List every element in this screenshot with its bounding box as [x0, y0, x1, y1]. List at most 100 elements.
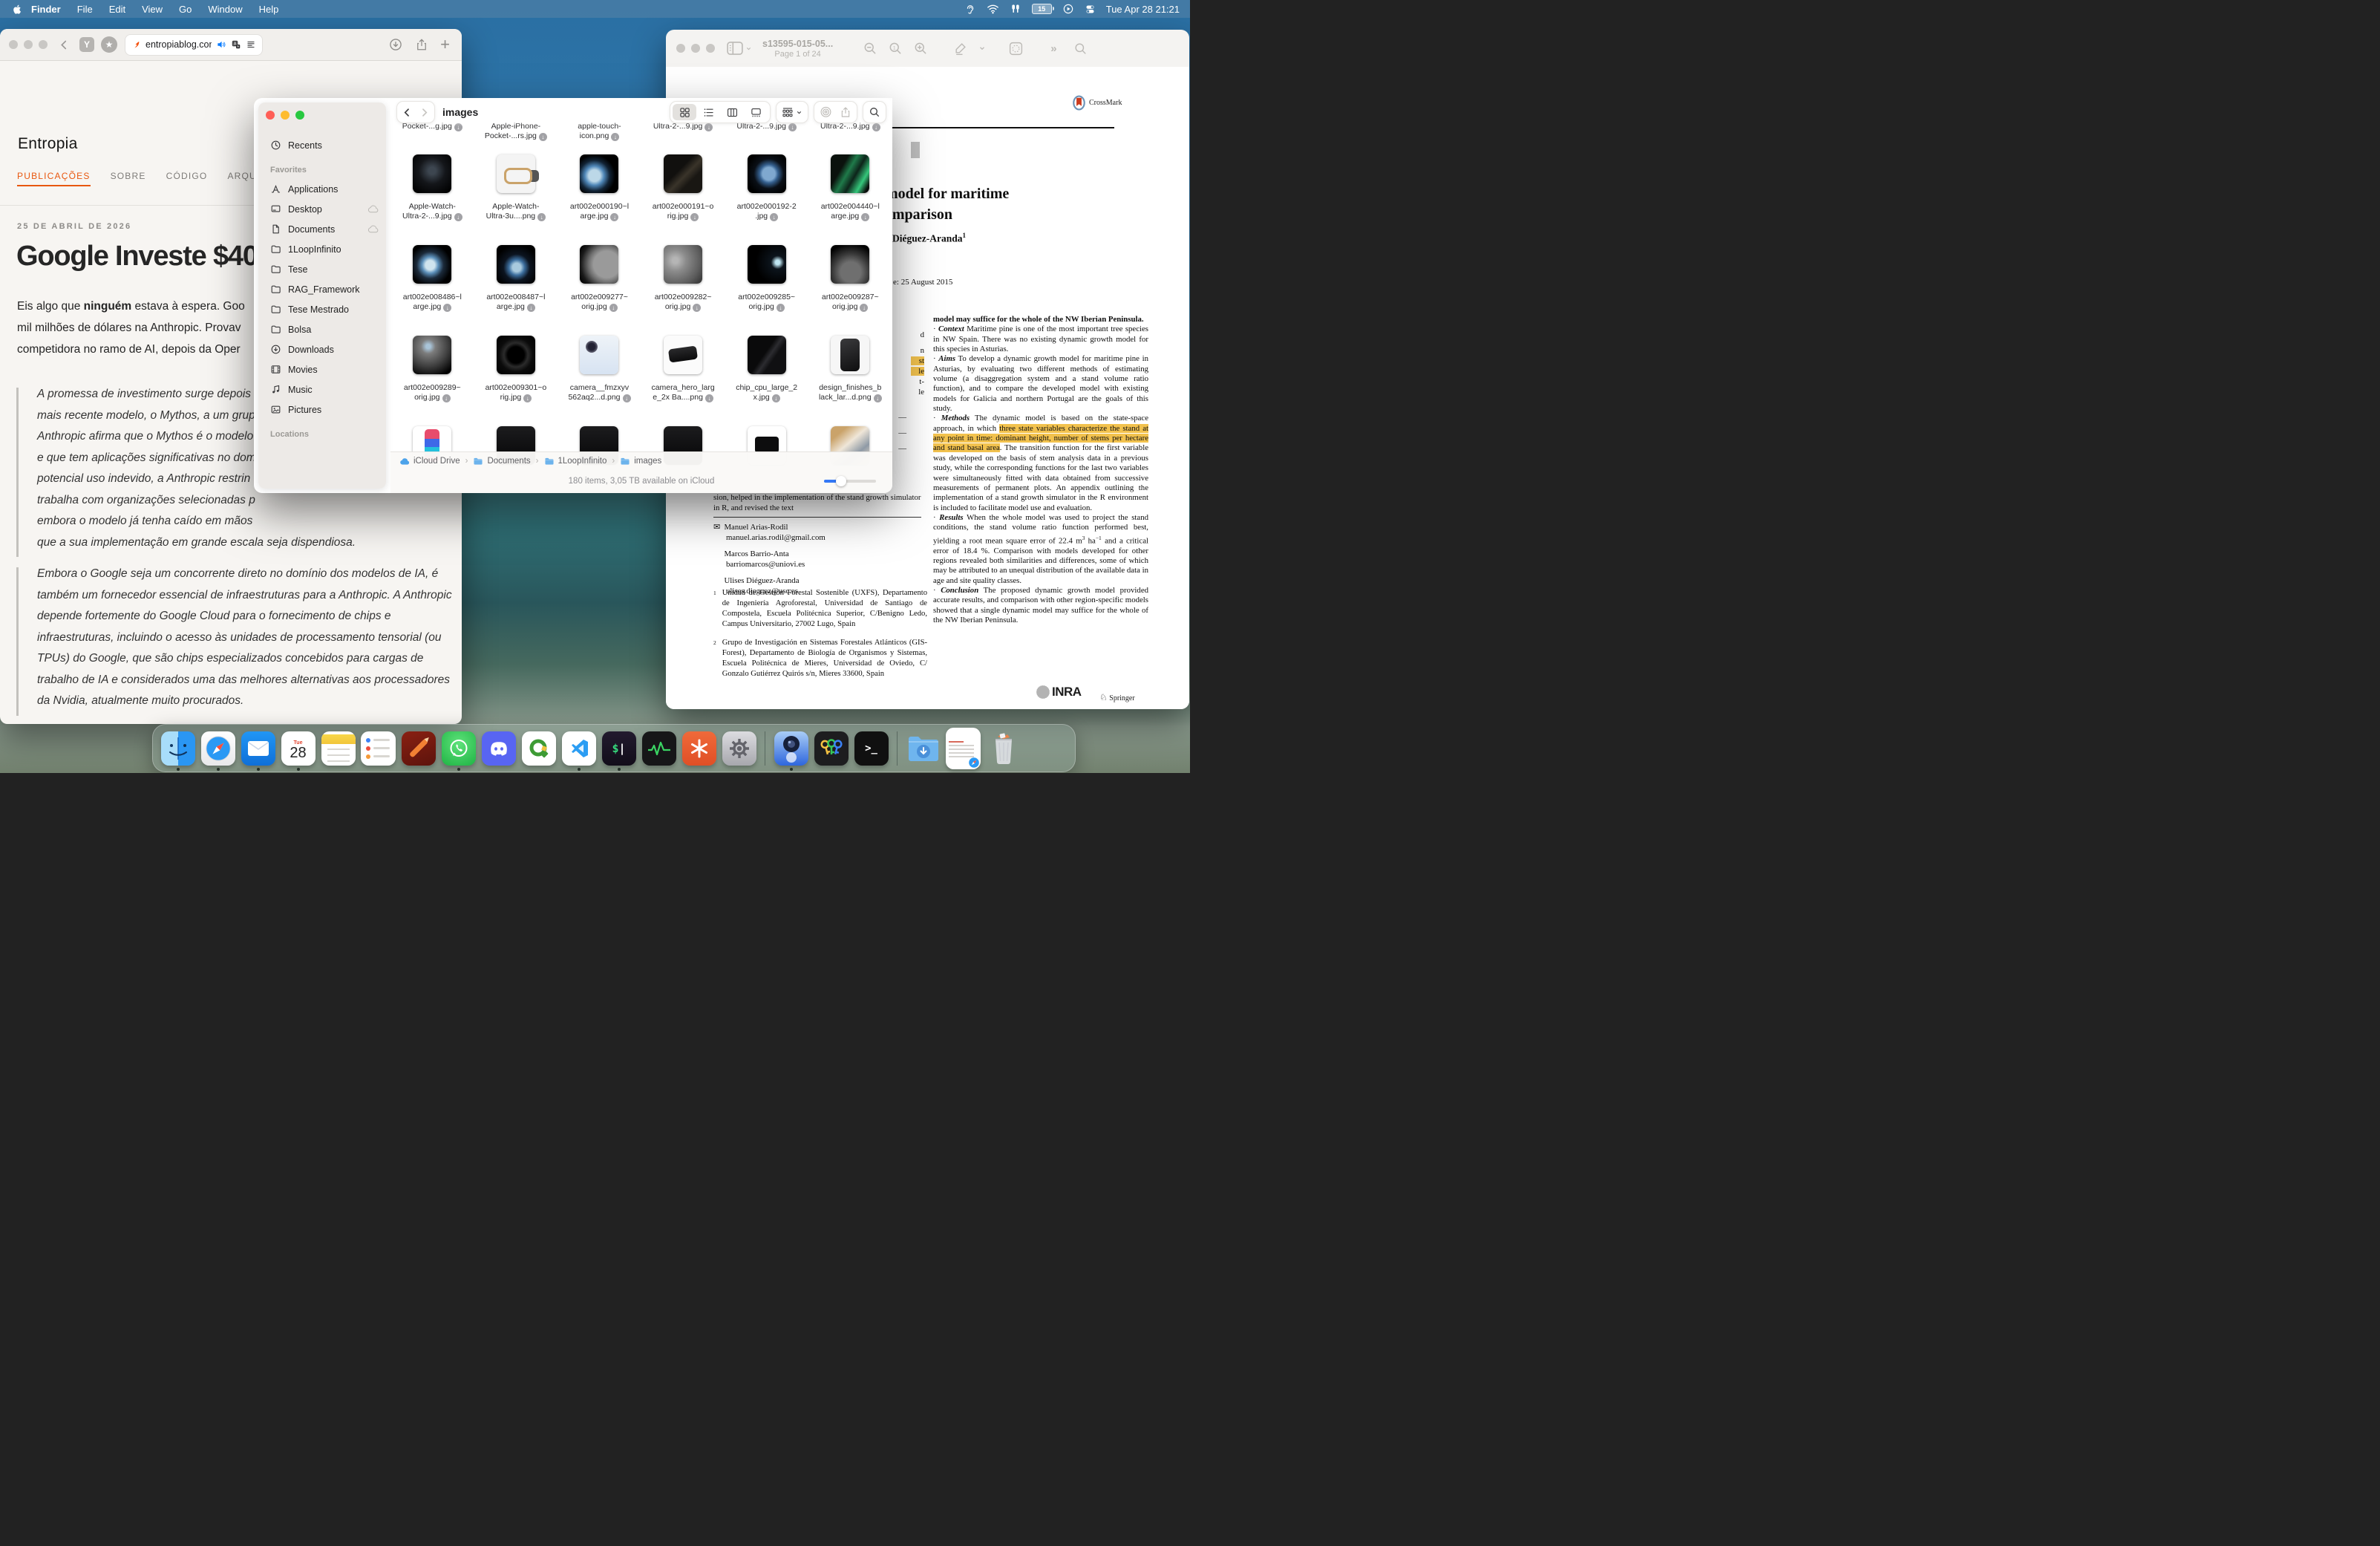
dock-item-blue-camera-app[interactable]	[774, 726, 808, 771]
download-from-cloud-icon[interactable]: ↓	[772, 394, 780, 402]
download-from-cloud-icon[interactable]: ↓	[609, 304, 618, 312]
list-view-icon[interactable]	[696, 104, 720, 120]
dock-item-downloads-folder[interactable]	[906, 726, 941, 771]
sidebar-item-recents[interactable]: Recents	[258, 135, 386, 155]
menu-bar-clock[interactable]: Tue Apr 28 21:21	[1106, 4, 1180, 15]
sidebar-item-desktop[interactable]: Desktop	[258, 199, 386, 219]
file-item[interactable]: art002e009287~orig.jpg↓	[808, 245, 892, 312]
y-extension-icon[interactable]: Y	[79, 37, 94, 52]
control-center-icon[interactable]	[1085, 4, 1096, 15]
wifi-icon[interactable]	[987, 4, 999, 14]
more-tools-icon[interactable]: »	[1050, 42, 1056, 55]
sidebar-item-downloads[interactable]: Downloads	[258, 339, 386, 359]
sidebar-item-1loopinfinito[interactable]: 1LoopInfinito	[258, 239, 386, 259]
pdf-markup-controls[interactable]	[953, 41, 986, 56]
zoom-out-icon[interactable]	[863, 41, 877, 56]
file-item[interactable]: design_finishes_black_lar...d.png↓	[808, 336, 892, 402]
file-item[interactable]: Apple-Watch-Ultra-2-...9.jpg↓	[390, 154, 474, 221]
nav-sobre[interactable]: SOBRE	[111, 171, 146, 186]
post-headline[interactable]: Google Investe $40B	[16, 241, 277, 273]
file-item[interactable]: art002e009285~orig.jpg↓	[725, 245, 808, 312]
close-icon[interactable]	[266, 111, 275, 120]
airdrop-icon[interactable]	[820, 106, 832, 119]
back-icon[interactable]	[402, 107, 413, 118]
dock-item-reminders[interactable]	[361, 726, 396, 771]
dock-item-calendar[interactable]: Tue28	[281, 726, 316, 771]
breadcrumb-1loopinfinito[interactable]: 1LoopInfinito	[544, 457, 607, 466]
zoom-in-icon[interactable]	[913, 41, 928, 56]
download-from-cloud-icon[interactable]: ↓	[705, 394, 713, 402]
share-group[interactable]	[814, 101, 857, 123]
breadcrumb-images[interactable]: images	[620, 457, 661, 466]
hearing-icon[interactable]	[964, 3, 976, 15]
search-button[interactable]	[863, 101, 886, 123]
file-item[interactable]: camera__fmzxyv562aq2...d.png↓	[558, 336, 641, 402]
menu-edit[interactable]: Edit	[101, 4, 134, 15]
crossmark-badge[interactable]: CrossMark	[1073, 95, 1122, 111]
file-item[interactable]: art002e008486~large.jpg↓	[390, 245, 474, 312]
nav-buttons[interactable]	[396, 101, 435, 123]
finder-traffic-lights[interactable]	[266, 111, 386, 120]
dock-item-zed[interactable]	[401, 726, 436, 771]
breadcrumb-icloud-drive[interactable]: iCloud Drive	[399, 457, 460, 466]
new-tab-icon[interactable]: +	[440, 35, 450, 54]
forward-icon[interactable]	[419, 107, 430, 118]
download-from-cloud-icon[interactable]: ↓	[770, 213, 778, 221]
battery-icon[interactable]: 15	[1032, 4, 1052, 14]
dock-item-mail[interactable]	[241, 726, 275, 771]
file-item[interactable]: camera_hero_large_2x Ba....png↓	[641, 336, 725, 402]
columns-view-icon[interactable]	[720, 104, 744, 120]
dock-item-notes[interactable]	[321, 726, 356, 771]
share-icon[interactable]	[840, 106, 851, 118]
download-from-cloud-icon[interactable]: ↓	[539, 133, 547, 141]
dock-item-minimized-safari-window[interactable]	[946, 726, 981, 771]
dock-item-activity-monitor[interactable]	[641, 726, 676, 771]
icon-size-slider[interactable]	[824, 480, 876, 483]
star-extension-icon[interactable]: ★	[101, 36, 117, 53]
menu-finder[interactable]: Finder	[23, 4, 69, 15]
sidebar-item-tese[interactable]: Tese	[258, 259, 386, 279]
zoom-icon[interactable]	[295, 111, 304, 120]
url-bar[interactable]: entropiablog.com A	[125, 34, 263, 56]
slider-knob[interactable]	[836, 476, 846, 486]
file-item[interactable]: art002e009301~orig.jpg↓	[474, 336, 558, 402]
icons-view-icon[interactable]	[673, 104, 696, 120]
dock-item-safari[interactable]	[200, 726, 235, 771]
markup-icon[interactable]	[953, 41, 968, 56]
download-from-cloud-icon[interactable]: ↓	[443, 304, 451, 312]
file-item[interactable]: art002e000190~large.jpg↓	[558, 154, 641, 221]
view-mode-switcher[interactable]	[670, 101, 771, 123]
downloads-icon[interactable]	[388, 37, 403, 52]
download-from-cloud-icon[interactable]: ↓	[527, 304, 535, 312]
menu-view[interactable]: View	[134, 4, 171, 15]
download-from-cloud-icon[interactable]: ↓	[860, 304, 868, 312]
safari-traffic-lights[interactable]	[9, 40, 48, 49]
download-from-cloud-icon[interactable]: ↓	[777, 304, 785, 312]
pdf-traffic-lights[interactable]	[676, 44, 715, 53]
file-item[interactable]: art002e000192-2.jpg↓	[725, 154, 808, 221]
dock-item-iterm[interactable]: $|	[601, 726, 636, 771]
nav-publicações[interactable]: PUBLICAÇÕES	[17, 171, 91, 186]
translate-icon[interactable]: A	[231, 39, 241, 50]
dock-item-passwords-keys[interactable]	[814, 726, 849, 771]
download-from-cloud-icon[interactable]: ↓	[442, 394, 451, 402]
nav-código[interactable]: CÓDIGO	[166, 171, 208, 186]
file-item[interactable]: art002e009282~orig.jpg↓	[641, 245, 725, 312]
dock-item-vscode[interactable]	[561, 726, 596, 771]
sidebar-item-applications[interactable]: Applications	[258, 179, 386, 199]
download-from-cloud-icon[interactable]: ↓	[523, 394, 532, 402]
zoom-actual-icon[interactable]: 1	[888, 41, 903, 56]
download-from-cloud-icon[interactable]: ↓	[861, 213, 869, 221]
menu-go[interactable]: Go	[171, 4, 200, 15]
dock-item-qgis[interactable]	[521, 726, 556, 771]
download-from-cloud-icon[interactable]: ↓	[623, 394, 631, 402]
file-item[interactable]: Apple-Watch-Ultra-3u....png↓	[474, 154, 558, 221]
file-item[interactable]: art002e000191~orig.jpg↓	[641, 154, 725, 221]
file-item[interactable]: art002e009289~orig.jpg↓	[390, 336, 474, 402]
dock-item-whatsapp[interactable]	[441, 726, 476, 771]
menu-file[interactable]: File	[69, 4, 101, 15]
dock-item-terminal[interactable]: >_	[854, 726, 889, 771]
group-by-button[interactable]	[776, 101, 808, 123]
sidebar-item-pictures[interactable]: Pictures	[258, 399, 386, 420]
crop-icon[interactable]	[1008, 41, 1024, 56]
